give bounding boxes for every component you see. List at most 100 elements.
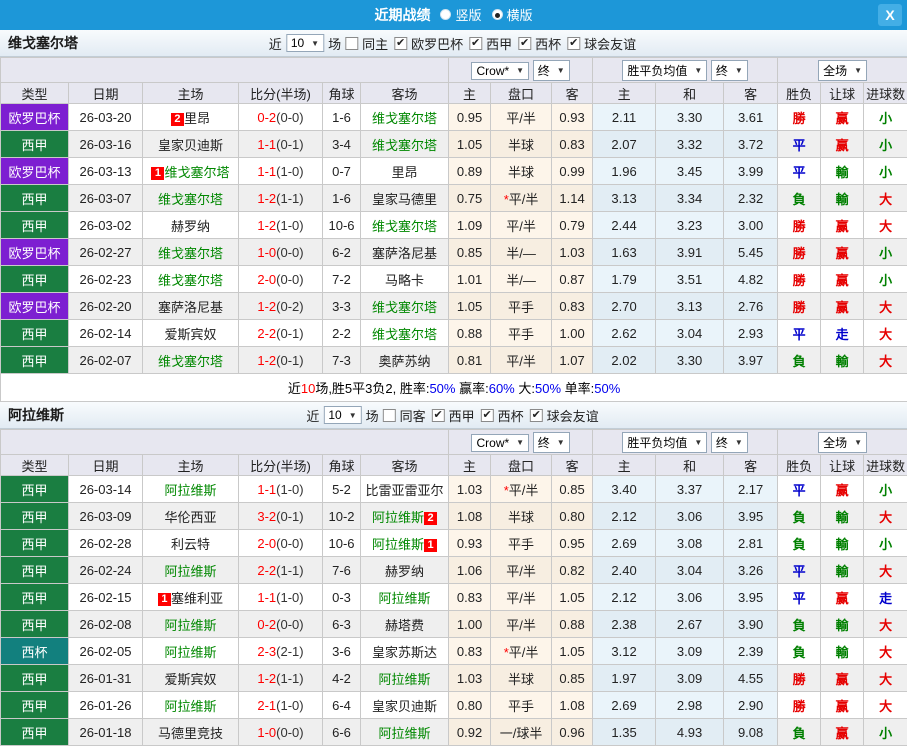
- corners-cell: 3-6: [322, 637, 361, 665]
- euro-draw-odds-cell: 2.98: [655, 691, 725, 719]
- euro-final-select[interactable]: 终 ▼: [710, 431, 748, 453]
- corners-cell: 6-6: [322, 718, 361, 746]
- section-header-celta: 维戈塞尔塔 近 10 ▼ 场同主 ✔ 欧罗巴杯 ✔ 西甲 ✔ 西杯 ✔ 球会友谊: [0, 30, 907, 57]
- euro-home-odds-cell: 1.79: [592, 265, 657, 293]
- bookmaker-select[interactable]: Crow* ▼: [471, 433, 530, 452]
- same-venue-checkbox[interactable]: [345, 36, 359, 50]
- league-checkbox-1[interactable]: ✔: [480, 408, 494, 422]
- league-cell: 欧罗巴杯: [0, 292, 69, 320]
- asian-final-select[interactable]: 终 ▼: [532, 59, 570, 81]
- euro-draw-odds-cell: 3.23: [655, 211, 725, 239]
- team-name-text: 比雷亚雷亚尔: [365, 482, 444, 498]
- corners-cell: 4-2: [322, 664, 361, 692]
- view-mode-radio-0[interactable]: 竖版: [440, 5, 482, 24]
- date-cell: 26-02-08: [68, 610, 143, 638]
- home-team-cell: 阿拉维斯: [142, 475, 239, 503]
- handicap-result-cell: 走: [820, 319, 865, 347]
- league-cell: 西甲: [0, 265, 69, 293]
- half-score: (1-1): [276, 670, 304, 686]
- asian-line-cell: 半/—: [490, 238, 553, 266]
- match-row: 西甲 26-03-02 赫罗纳 1-2(1-0) 10-6 维戈塞尔塔 1.09 平/半 0.7…: [0, 211, 907, 239]
- column-header: 角球: [322, 454, 361, 476]
- asian-line-cell: 平/半: [490, 556, 553, 584]
- corners-cell: 6-3: [322, 610, 361, 638]
- column-header: 类型: [0, 454, 69, 476]
- asian-line-text: 平/半: [506, 617, 536, 633]
- euro-away-odds-cell: 2.17: [723, 475, 779, 503]
- asian-away-odds-cell: 1.14: [551, 184, 594, 212]
- asian-line-cell: 平手: [490, 529, 553, 557]
- team-name-text: 奥萨苏纳: [378, 353, 431, 369]
- team-name-text: 塞萨洛尼基: [157, 299, 223, 315]
- summary-segment: 10: [300, 381, 316, 396]
- corners-cell: 1-6: [322, 184, 361, 212]
- match-count-select[interactable]: 10 ▼: [323, 406, 362, 424]
- goals-result-cell: 大: [863, 292, 907, 320]
- full-score: 1-2: [257, 298, 277, 314]
- date-cell: 26-01-18: [68, 718, 143, 746]
- euro-home-odds-cell: 2.12: [592, 502, 657, 530]
- home-team-cell: 华伦西亚: [142, 502, 239, 530]
- handicap-result-cell: 輸: [820, 157, 865, 185]
- same-venue-checkbox[interactable]: [382, 408, 396, 422]
- euro-away-odds-cell: 2.90: [723, 691, 779, 719]
- asian-line-cell: 平/半: [490, 211, 553, 239]
- asian-odds-controls: Crow* ▼ 终 ▼: [448, 429, 594, 455]
- column-header-row: 类型 日期 主场 比分(半场) 角球 客场主盘口客主和客胜负 让球 进球数: [0, 454, 907, 476]
- league-label-0: 西甲: [448, 408, 475, 424]
- column-header: 客: [551, 82, 594, 104]
- column-header: 进球数: [863, 82, 907, 104]
- match-row: 西甲 26-01-31 爱斯宾奴 1-2(1-1) 4-2 阿拉维斯 1.03 半球 0.85 1…: [0, 664, 907, 692]
- full-score: 1-2: [257, 217, 277, 233]
- date-cell: 26-03-13: [68, 157, 143, 185]
- recent-table-0: Crow* ▼ 终 ▼ 胜平负均值 ▼ 终 ▼ 全场 ▼ 类型 日期 主场 比分(半场) 角球 客场主盘口…: [0, 57, 907, 402]
- chevron-down-icon: ▼: [556, 437, 565, 447]
- home-team-cell: 维戈塞尔塔: [142, 238, 239, 266]
- goals-result-cell: 小: [863, 103, 907, 131]
- asian-away-odds-cell: 0.83: [551, 130, 594, 158]
- radio-icon: [491, 9, 503, 20]
- date-cell: 26-01-31: [68, 664, 143, 692]
- home-team-cell: 爱斯宾奴: [142, 664, 239, 692]
- close-button[interactable]: X: [878, 4, 902, 26]
- euro-final-select[interactable]: 终 ▼: [710, 59, 748, 81]
- scope-select[interactable]: 全场 ▼: [818, 431, 868, 453]
- asian-home-odds-cell: 0.83: [448, 637, 492, 665]
- view-mode-radio-1[interactable]: 横版: [491, 5, 533, 24]
- away-team-cell: 维戈塞尔塔: [359, 130, 450, 158]
- average-select[interactable]: 胜平负均值 ▼: [622, 431, 708, 453]
- league-checkbox-0[interactable]: ✔: [394, 36, 408, 50]
- date-cell: 26-02-27: [68, 238, 143, 266]
- league-checkbox-2[interactable]: ✔: [518, 36, 532, 50]
- team-name-text: 维戈塞尔塔: [157, 245, 223, 261]
- scope-select[interactable]: 全场 ▼: [818, 59, 868, 81]
- column-header: 客: [551, 454, 594, 476]
- radio-icon: [440, 9, 452, 20]
- league-cell: 欧罗巴杯: [0, 157, 69, 185]
- euro-home-odds-cell: 1.35: [592, 718, 657, 746]
- asian-line-text: 平/半: [508, 191, 539, 207]
- asian-final-select[interactable]: 终 ▼: [532, 431, 570, 453]
- asian-line-text: 平手: [508, 326, 535, 342]
- match-count-select[interactable]: 10 ▼: [285, 34, 325, 52]
- league-checkbox-3[interactable]: ✔: [567, 36, 581, 50]
- league-checkbox-1[interactable]: ✔: [469, 36, 483, 50]
- euro-away-odds-cell: 3.61: [723, 103, 779, 131]
- date-cell: 26-02-15: [68, 583, 143, 611]
- asian-line-cell: 半/—: [490, 265, 553, 293]
- euro-away-odds-cell: 3.95: [723, 502, 779, 530]
- league-checkbox-0[interactable]: ✔: [431, 408, 445, 422]
- bookmaker-select[interactable]: Crow* ▼: [471, 61, 530, 80]
- euro-odds-controls: 胜平负均值 ▼ 终 ▼: [592, 429, 779, 455]
- euro-draw-odds-cell: 3.09: [655, 664, 725, 692]
- team-name-text: 里昂: [391, 164, 418, 180]
- chevron-down-icon: ▼: [694, 437, 703, 447]
- outcome-cell: 勝: [777, 292, 822, 320]
- away-team-cell: 赫罗纳: [359, 556, 450, 584]
- asian-away-odds-cell: 0.82: [551, 556, 594, 584]
- home-team-cell: 马德里竞技: [142, 718, 239, 746]
- handicap-result-cell: 輸: [820, 556, 865, 584]
- handicap-result-cell: 輸: [820, 184, 865, 212]
- league-checkbox-2[interactable]: ✔: [529, 408, 543, 422]
- average-select[interactable]: 胜平负均值 ▼: [622, 59, 708, 81]
